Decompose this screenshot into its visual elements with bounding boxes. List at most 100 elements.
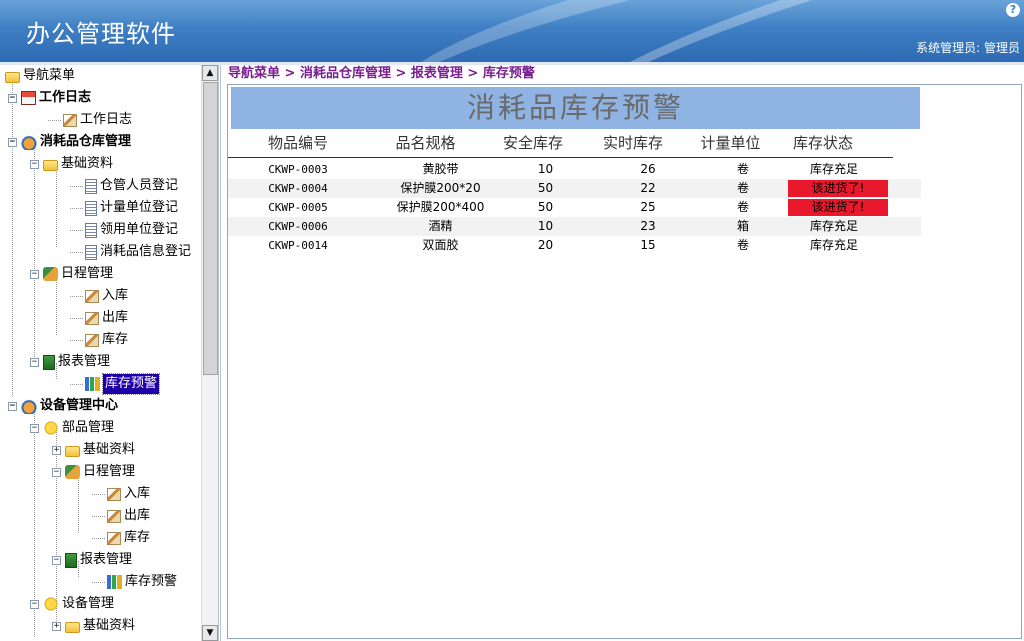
sidebar-item-label: 基础资料 xyxy=(61,156,114,171)
cell-current: 25 xyxy=(640,200,656,214)
edit-icon xyxy=(107,509,121,523)
sidebar-item-selected[interactable]: 库存预警 xyxy=(70,373,161,395)
tree-connector xyxy=(70,317,83,319)
collapse-icon[interactable]: − xyxy=(30,599,39,609)
cell-safe: 50 xyxy=(537,200,554,214)
tree-connector xyxy=(56,165,57,247)
sidebar-item-label: 工作日志 xyxy=(80,112,133,127)
sidebar-item[interactable]: 出库 xyxy=(92,506,150,526)
cell-name: 双面胶 xyxy=(422,238,459,252)
sidebar-item[interactable]: − 设备管理 xyxy=(30,594,114,614)
tree-connector xyxy=(70,251,83,253)
sidebar-item-label: 入库 xyxy=(124,486,151,501)
sidebar-item[interactable]: − 工作日志 xyxy=(8,88,91,108)
document-icon xyxy=(85,222,97,238)
sidebar-item[interactable]: 入库 xyxy=(92,484,150,504)
sidebar-item[interactable]: − 报表管理 xyxy=(52,550,132,570)
sidebar-item-label: 报表管理 xyxy=(80,552,133,567)
column-header-name: 品名规格 xyxy=(395,134,456,152)
sidebar-item[interactable]: − 部品管理 xyxy=(30,418,114,438)
edit-icon xyxy=(63,113,77,127)
document-icon xyxy=(85,178,97,194)
sidebar-item-label: 出库 xyxy=(102,310,129,325)
cell-current: 22 xyxy=(640,181,656,195)
main-panel: 导航菜单 > 消耗品仓库管理 > 报表管理 > 库存预警 消耗品库存预警 物品编… xyxy=(220,65,1024,641)
sidebar-item[interactable]: − 报表管理 xyxy=(30,352,110,372)
scroll-up-icon[interactable]: ▲ xyxy=(202,65,218,81)
sidebar-item[interactable]: + 基础资料 xyxy=(52,440,135,460)
column-header-code: 物品编号 xyxy=(267,134,328,152)
cell-current: 26 xyxy=(640,162,656,176)
sidebar-item[interactable]: 库存 xyxy=(70,330,128,350)
home-icon xyxy=(21,91,36,105)
document-icon xyxy=(85,244,97,260)
collapse-icon[interactable]: − xyxy=(30,423,39,433)
report-content: 消耗品库存预警 物品编号 品名规格 安全库存 实时库存 计量单位 库存状态 CK… xyxy=(227,84,1022,639)
report-icon xyxy=(43,354,55,370)
sidebar-item-label: 工作日志 xyxy=(39,90,92,105)
sidebar-item-label: 基础资料 xyxy=(83,618,136,633)
sidebar-item-label: 库存预警 xyxy=(101,373,161,395)
cell-safe: 20 xyxy=(537,238,554,252)
help-icon[interactable]: ? xyxy=(1006,3,1020,17)
sidebar-item[interactable]: 领用单位登记 xyxy=(70,220,178,240)
collapse-icon[interactable]: − xyxy=(30,269,39,279)
column-header-safe-stock: 安全库存 xyxy=(502,134,563,152)
collapse-icon[interactable]: − xyxy=(52,467,61,477)
sidebar-item-label: 消耗品信息登记 xyxy=(100,244,192,259)
sidebar-item[interactable]: 库存预警 xyxy=(92,572,177,592)
table-header: 物品编号 品名规格 安全库存 实时库存 计量单位 库存状态 xyxy=(228,130,893,158)
nav-tree: 导航菜单 − 工作日志 工作日志 − 消耗品仓库管理 − 基础资料 仓管人员登记 计量单位登记 领用… xyxy=(0,65,200,641)
sidebar-item[interactable]: 导航菜单 xyxy=(5,66,75,86)
table-row: CKWP-0003 黄胶带 10 26 卷 库存充足 xyxy=(228,160,921,179)
collapse-icon[interactable]: − xyxy=(8,137,17,147)
table-row: CKWP-0004 保护膜200*20 50 22 卷 该进货了! xyxy=(228,179,921,198)
expand-icon[interactable]: + xyxy=(52,445,61,455)
edit-icon xyxy=(107,487,121,501)
table-row: CKWP-0005 保护膜200*400 50 25 卷 该进货了! xyxy=(228,198,921,217)
cell-name: 酒精 xyxy=(428,219,453,233)
collapse-icon[interactable]: − xyxy=(30,357,39,367)
tree-connector xyxy=(70,339,83,341)
sidebar-item[interactable]: − 设备管理中心 xyxy=(8,396,118,416)
breadcrumb: 导航菜单 > 消耗品仓库管理 > 报表管理 > 库存预警 xyxy=(228,66,535,81)
tree-connector xyxy=(48,119,61,121)
sidebar-item[interactable]: + 基础资料 xyxy=(52,616,135,636)
collapse-icon[interactable]: − xyxy=(30,159,39,169)
folder-open-icon xyxy=(65,445,80,457)
sidebar-item[interactable]: − 日程管理 xyxy=(30,264,113,284)
sidebar-item[interactable]: 消耗品信息登记 xyxy=(70,242,191,262)
sidebar-item[interactable]: − 基础资料 xyxy=(30,154,113,174)
sidebar-item[interactable]: 工作日志 xyxy=(48,110,132,130)
tree-connector xyxy=(70,383,83,385)
sidebar-item[interactable]: − 日程管理 xyxy=(52,462,135,482)
edit-icon xyxy=(85,333,99,347)
sidebar-item[interactable]: 仓管人员登记 xyxy=(70,176,178,196)
tree-connector xyxy=(70,229,83,231)
cell-name: 黄胶带 xyxy=(422,162,459,176)
sidebar-item-label: 日程管理 xyxy=(61,266,114,281)
cell-unit: 箱 xyxy=(736,219,749,233)
cell-name: 保护膜200*400 xyxy=(396,200,485,214)
app-header: 办公管理软件 ? 系统管理员: 管理员 xyxy=(0,0,1024,62)
collapse-icon[interactable]: − xyxy=(52,555,61,565)
folder-open-icon xyxy=(65,621,80,633)
folder-open-icon xyxy=(5,71,20,83)
table-row: CKWP-0006 酒精 10 23 箱 库存充足 xyxy=(228,217,921,236)
sidebar-item-label: 库存 xyxy=(102,332,129,347)
scrollbar-thumb[interactable] xyxy=(203,82,218,375)
collapse-icon[interactable]: − xyxy=(8,401,17,411)
sidebar-item[interactable]: 库存 xyxy=(92,528,150,548)
expand-icon[interactable]: + xyxy=(52,621,61,631)
sidebar-item[interactable]: − 消耗品仓库管理 xyxy=(8,132,131,152)
scroll-down-icon[interactable]: ▼ xyxy=(202,625,218,641)
sidebar-scrollbar[interactable]: ▲ ▼ xyxy=(201,65,218,641)
sidebar-item-label: 出库 xyxy=(124,508,151,523)
sidebar-item-label: 报表管理 xyxy=(58,354,111,369)
sidebar-item[interactable]: 出库 xyxy=(70,308,128,328)
sidebar-item[interactable]: 计量单位登记 xyxy=(70,198,178,218)
cell-unit: 卷 xyxy=(736,162,749,176)
table-row: CKWP-0014 双面胶 20 15 卷 库存充足 xyxy=(228,236,921,255)
collapse-icon[interactable]: − xyxy=(8,93,17,103)
sidebar-item[interactable]: 入库 xyxy=(70,286,128,306)
